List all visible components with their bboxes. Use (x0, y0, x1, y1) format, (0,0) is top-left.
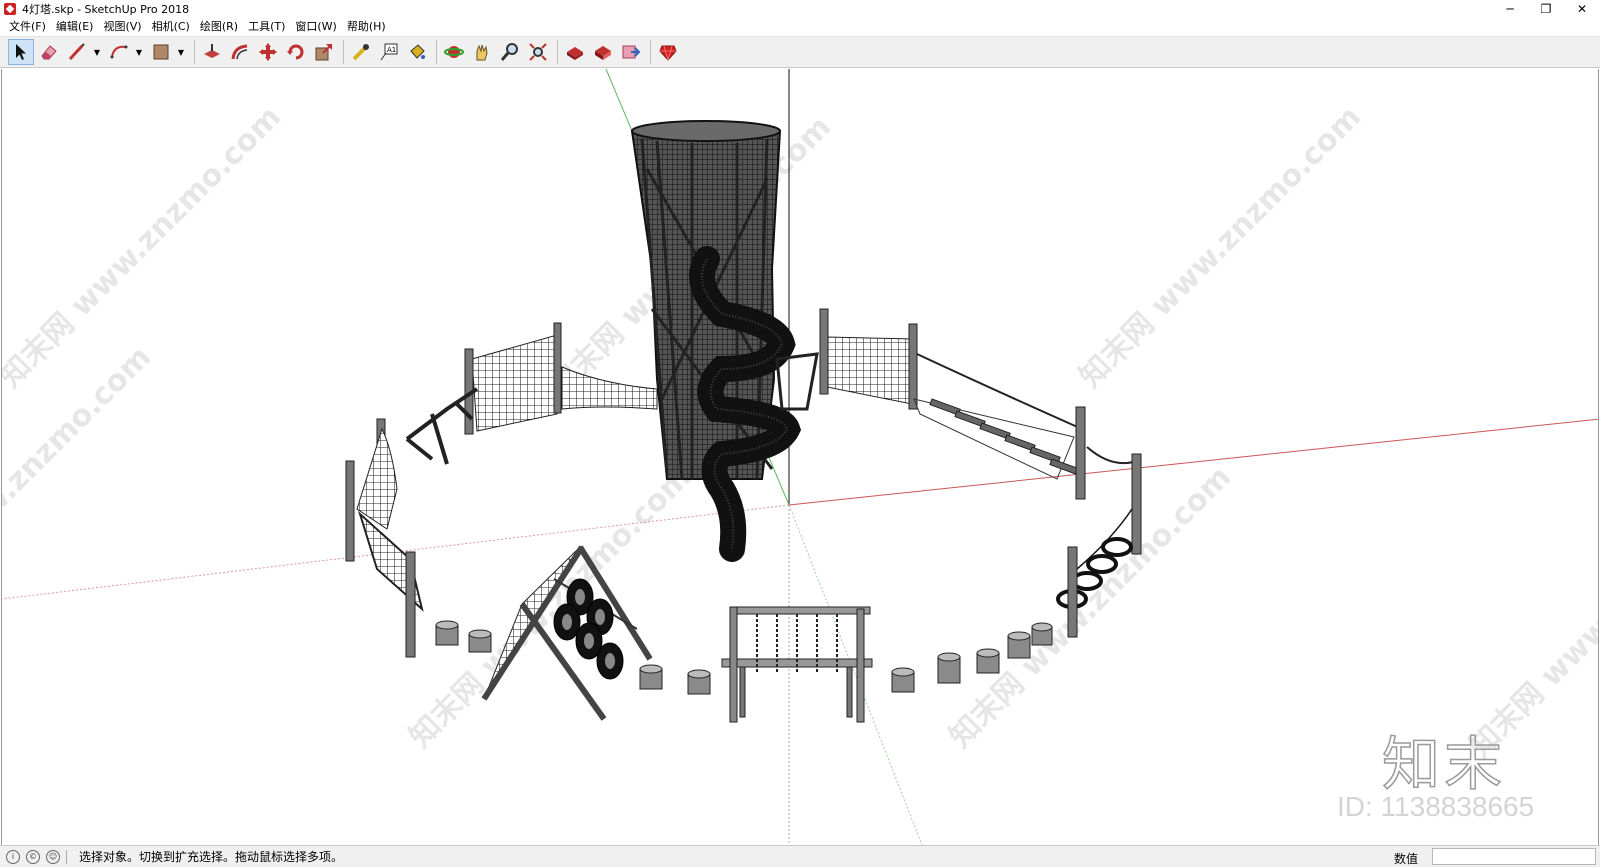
line-icon (68, 43, 85, 61)
line-dropdown[interactable]: ▼ (92, 39, 102, 65)
menu-tools[interactable]: 工具(T) (243, 18, 290, 36)
user-account-icon[interactable]: ☺ (46, 849, 60, 864)
toolbar-separator (650, 40, 651, 64)
scale-icon (315, 44, 332, 61)
pan-icon (476, 44, 488, 61)
measurements-input[interactable] (1432, 848, 1596, 865)
text-icon: A1 (380, 43, 398, 61)
offset-tool-button[interactable] (227, 39, 253, 65)
menu-file[interactable]: 文件(F) (4, 18, 51, 36)
text-tool-button[interactable]: A1 (376, 39, 402, 65)
drawing-viewport[interactable]: 知末网 www.znzmo.com 知末网 www.znzmo.com 知末网 … (1, 69, 1599, 845)
svg-text:知末网 www.znzmo.com: 知末网 www.znzmo.com (943, 460, 1238, 755)
zoom-extents-icon (529, 43, 547, 61)
model-scene[interactable]: 知末网 www.znzmo.com 知末网 www.znzmo.com 知末网 … (2, 69, 1599, 845)
ruby-console-tool-button[interactable] (655, 39, 681, 65)
eraser-icon (41, 45, 57, 60)
tape-measure-tool-button[interactable] (348, 39, 374, 65)
zoom-extents-tool-button[interactable] (525, 39, 551, 65)
pan-tool-button[interactable] (469, 39, 495, 65)
arc-tool-button[interactable] (106, 39, 132, 65)
watermark-id: ID: 1138838665 (1337, 791, 1535, 822)
restore-button[interactable]: ❐ (1528, 0, 1564, 18)
rectangle-dropdown[interactable]: ▼ (176, 39, 186, 65)
svg-text:A1: A1 (387, 46, 396, 54)
measurements-label: 数值 (1394, 852, 1419, 866)
minimize-button[interactable]: ─ (1492, 0, 1528, 18)
zoom-tool-button[interactable] (497, 39, 523, 65)
rectangle-tool-button[interactable] (148, 39, 174, 65)
toolbar-separator (194, 40, 195, 64)
window-controls: ─ ❐ ✕ (1492, 0, 1600, 18)
menu-help[interactable]: 帮助(H) (342, 18, 391, 36)
toolbar-separator (436, 40, 437, 64)
move-tool-button[interactable] (255, 39, 281, 65)
arc-dropdown[interactable]: ▼ (134, 39, 144, 65)
sketchup-app-icon (4, 3, 16, 15)
share-model-tool-button[interactable] (618, 39, 644, 65)
extension-warehouse-tool-button[interactable] (590, 39, 616, 65)
menu-view[interactable]: 视图(V) (98, 18, 146, 36)
credits-icon[interactable]: © (26, 849, 40, 864)
scale-tool-button[interactable] (311, 39, 337, 65)
offset-icon (231, 44, 248, 60)
window-title: 4灯塔.skp - SketchUp Pro 2018 (22, 3, 190, 16)
status-bar: i © ☺ 选择对象。切换到扩充选择。拖动鼠标选择多项。 数值 (0, 845, 1600, 867)
rotate-tool-button[interactable] (283, 39, 309, 65)
toolbar-separator (343, 40, 344, 64)
paint-bucket-tool-button[interactable] (404, 39, 430, 65)
push-pull-icon (204, 44, 220, 58)
warehouse-icon (567, 47, 583, 60)
svg-text:知末网 www.znzmo.com: 知末网 www.znzmo.com (2, 100, 288, 395)
status-separator (66, 849, 67, 864)
menu-bar: 文件(F) 编辑(E) 视图(V) 相机(C) 绘图(R) 工具(T) 窗口(W… (0, 18, 1600, 36)
line-tool-button[interactable] (64, 39, 90, 65)
orbit-icon (444, 46, 464, 58)
paint-bucket-icon (410, 44, 425, 59)
ruby-icon (659, 45, 677, 62)
geolocation-icon[interactable]: i (6, 849, 20, 864)
chain-swing-bench (721, 606, 873, 723)
share-icon (622, 45, 641, 59)
toolbar-separator (557, 40, 558, 64)
status-message: 选择对象。切换到扩充选择。拖动鼠标选择多项。 (79, 850, 344, 864)
watermark-logo: 知末 (1381, 729, 1507, 799)
arc-icon (110, 45, 128, 59)
net-wall-right (775, 308, 918, 411)
menu-edit[interactable]: 编辑(E) (51, 18, 99, 36)
orbit-tool-button[interactable] (441, 39, 467, 65)
eraser-tool-button[interactable] (36, 39, 62, 65)
push-pull-tool-button[interactable] (199, 39, 225, 65)
menu-draw[interactable]: 绘图(R) (195, 18, 243, 36)
move-icon (259, 43, 277, 61)
rectangle-icon (153, 44, 169, 60)
left-climbers (345, 387, 479, 658)
extension-icon (595, 46, 611, 60)
select-tool-button[interactable] (8, 39, 34, 65)
zoom-icon (500, 43, 518, 61)
svg-text:知末网 www.znzmo.com: 知末网 www.znzmo.com (403, 460, 698, 755)
toolbar: ▼ ▼ ▼ A1 (0, 36, 1600, 68)
close-button[interactable]: ✕ (1564, 0, 1600, 18)
svg-text:知末网 www.znzmo.com: 知末网 www.znzmo.com (1073, 100, 1368, 395)
warehouse-tool-button[interactable] (562, 39, 588, 65)
select-icon (16, 44, 26, 60)
menu-camera[interactable]: 相机(C) (147, 18, 195, 36)
rotate-icon (287, 44, 304, 60)
model-axes (2, 69, 1598, 845)
menu-window[interactable]: 窗口(W) (290, 18, 341, 36)
tape-measure-icon (352, 44, 369, 61)
title-bar: 4灯塔.skp - SketchUp Pro 2018 ─ ❐ ✕ (0, 0, 1600, 18)
